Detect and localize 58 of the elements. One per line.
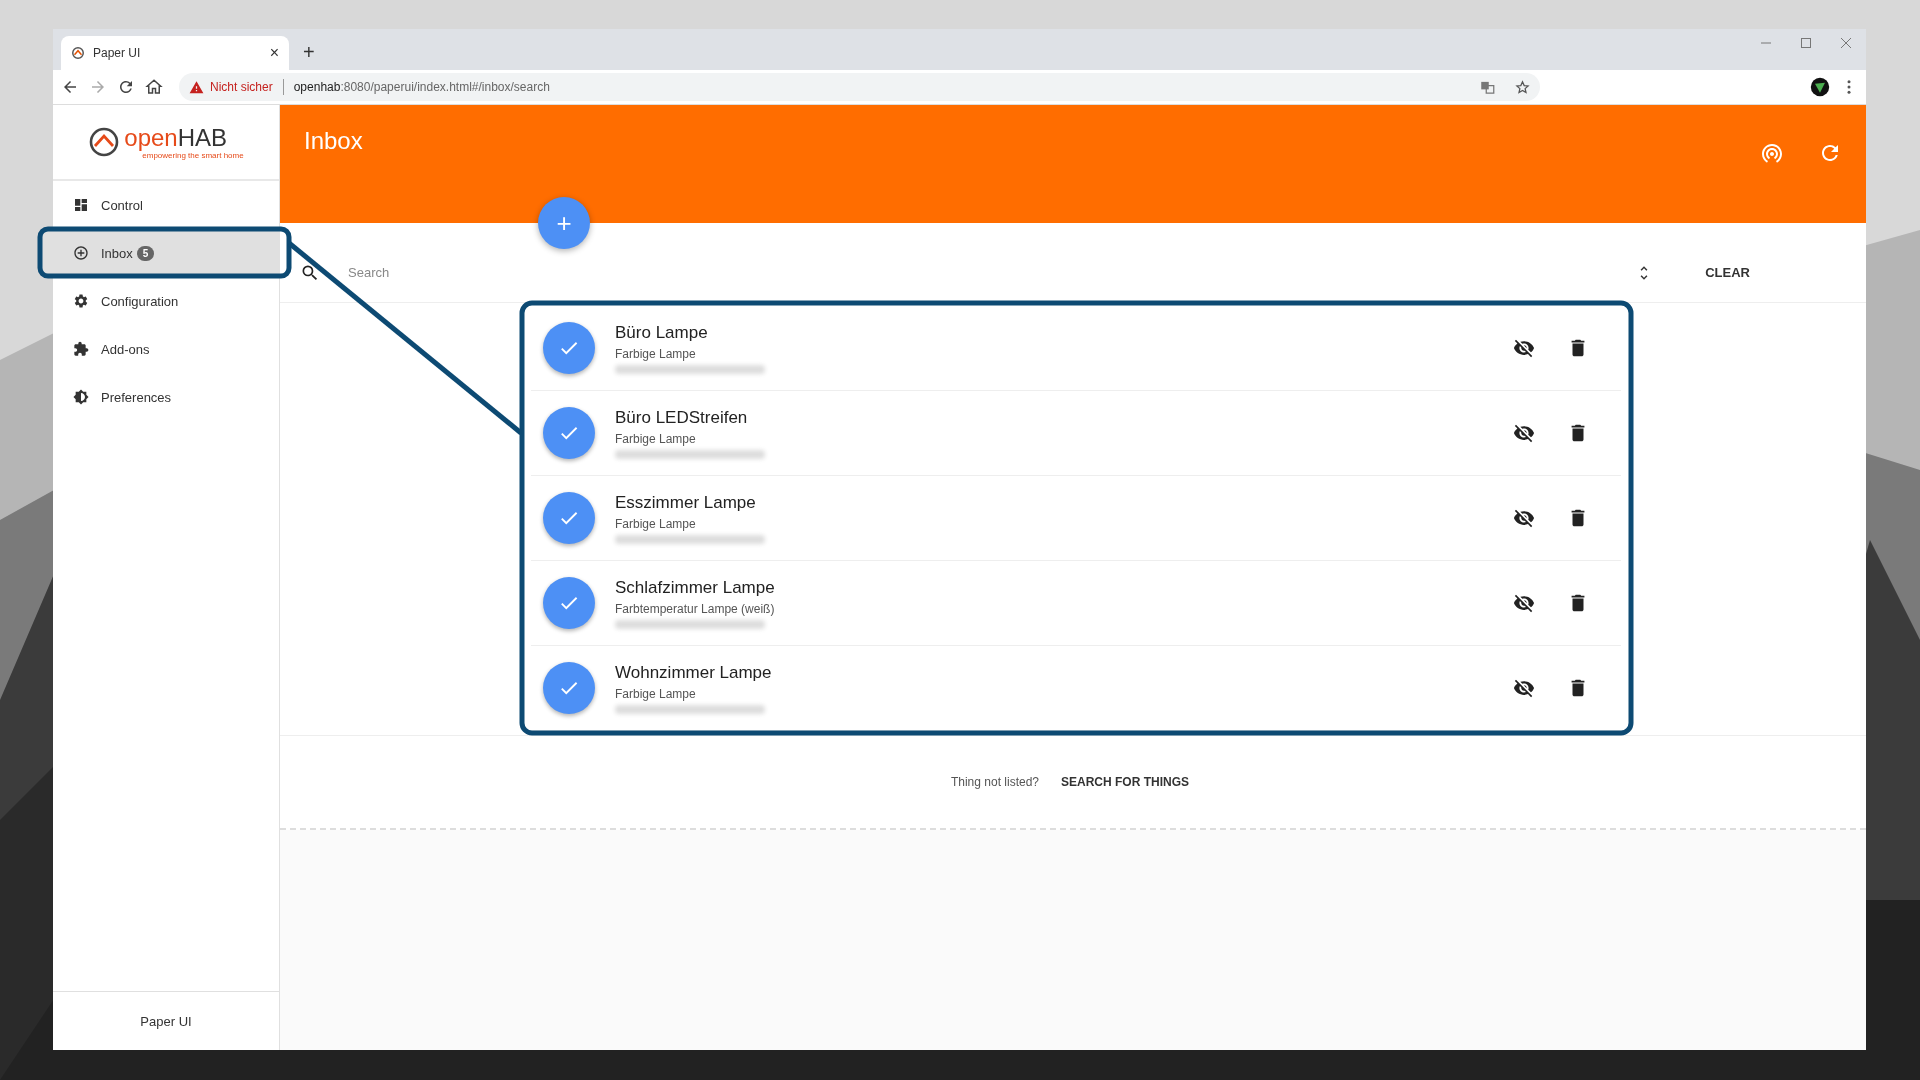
new-tab-button[interactable]: + (303, 41, 315, 64)
approve-button[interactable] (543, 577, 595, 629)
page-title: Inbox (304, 127, 363, 155)
approve-button[interactable] (543, 492, 595, 544)
thing-type: Farbtemperatur Lampe (weiß) (615, 601, 776, 616)
thing-type: Farbige Lampe (615, 516, 697, 531)
search-field[interactable]: Search (346, 264, 1620, 281)
hide-icon[interactable] (1513, 422, 1535, 444)
security-label: Nicht sicher (210, 80, 273, 94)
star-icon[interactable] (1515, 79, 1530, 95)
logo-text: HAB (177, 124, 228, 151)
logo-icon (71, 46, 85, 60)
brightness-icon (73, 389, 89, 405)
count-badge: 5 (136, 245, 155, 261)
sidebar-footer: Paper UI (53, 991, 279, 1050)
footer-question: Thing not listed? (950, 775, 1039, 789)
close-icon[interactable] (1840, 37, 1852, 49)
thing-type: Farbige Lampe (615, 431, 697, 446)
hide-icon[interactable] (1513, 507, 1535, 529)
thing-type: Farbige Lampe (615, 686, 697, 701)
house-logo-icon (88, 126, 121, 158)
hide-icon[interactable] (1513, 677, 1535, 699)
sidebar-item[interactable]: Inbox 5 (41, 231, 279, 275)
thing-name: Büro Lampe (615, 322, 709, 343)
extension-icon[interactable] (1810, 77, 1830, 97)
clear-button[interactable]: CLEAR (1699, 264, 1756, 281)
home-icon[interactable] (145, 78, 163, 96)
address-bar[interactable]: Nicht sicher openhab:8080/paperui/index.html#/inbox/search (179, 73, 1540, 101)
thing-name: Büro LEDStreifen (615, 407, 749, 428)
translate-icon[interactable] (1480, 79, 1495, 95)
url-path: :8080/paperui/index.html#/inbox/search (340, 80, 550, 94)
browser-tab[interactable]: Paper UI × (61, 36, 289, 70)
maximize-icon[interactable] (1800, 37, 1812, 49)
warning-icon (189, 79, 204, 95)
hide-icon[interactable] (1513, 337, 1535, 359)
logo-text: open (124, 124, 178, 151)
tab-title: Paper UI (93, 46, 142, 60)
search-things-button[interactable]: SEARCH FOR THINGS (1055, 774, 1196, 790)
reload-icon[interactable] (117, 78, 135, 96)
thing-name: Esszimmer Lampe (615, 492, 757, 513)
gear-icon (73, 293, 89, 309)
close-tab-button[interactable]: × (269, 44, 279, 62)
url-host: openhab (293, 80, 341, 94)
grid-icon (73, 197, 89, 213)
puzzle-icon (73, 341, 89, 357)
logo-tagline: empowering the smart home (142, 150, 244, 160)
sidebar-item[interactable]: Preferences (53, 375, 279, 419)
approve-button[interactable] (543, 322, 595, 374)
sidebar-item[interactable]: Configuration (53, 279, 279, 323)
sidebar-item[interactable]: Add-ons (53, 327, 279, 371)
hide-icon[interactable] (1513, 592, 1535, 614)
approve-button[interactable] (543, 662, 595, 714)
thing-name: Schlafzimmer Lampe (615, 577, 776, 598)
sidebar-item[interactable]: Control (53, 183, 279, 227)
antenna-icon[interactable] (1760, 141, 1784, 165)
approve-button[interactable] (543, 407, 595, 459)
thing-name: Wohnzimmer Lampe (615, 662, 773, 683)
thing-type: Farbige Lampe (615, 346, 697, 361)
